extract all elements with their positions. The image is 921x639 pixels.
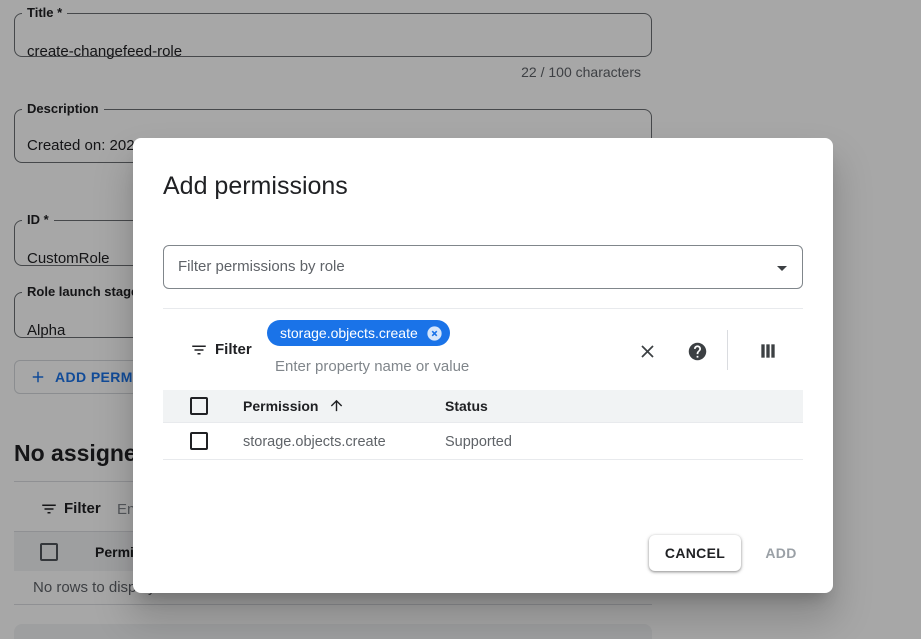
permissions-table-header: Permission Status bbox=[163, 390, 803, 422]
chip-remove-icon[interactable] bbox=[425, 324, 444, 343]
toolbar-divider bbox=[727, 330, 728, 370]
filter-input[interactable]: Enter property name or value bbox=[275, 358, 469, 375]
row-status-cell: Supported bbox=[445, 434, 512, 450]
table-row[interactable]: storage.objects.create Supported bbox=[163, 422, 803, 460]
row-permission-cell: storage.objects.create bbox=[243, 434, 386, 450]
columns-icon bbox=[758, 341, 778, 361]
filter-label: Filter bbox=[215, 341, 252, 358]
screen: Title * create-changefeed-role 22 / 100 … bbox=[0, 0, 921, 639]
help-icon bbox=[687, 341, 708, 362]
column-display-options-button[interactable] bbox=[756, 339, 780, 363]
select-all-checkbox[interactable] bbox=[190, 397, 208, 415]
filter-by-role-select[interactable]: Filter permissions by role bbox=[163, 245, 803, 289]
filter-chip-label: storage.objects.create bbox=[280, 325, 418, 341]
permissions-filter-toolbar: Filter storage.objects.create Enter prop… bbox=[163, 308, 803, 390]
status-column-header[interactable]: Status bbox=[445, 398, 488, 414]
add-permissions-dialog: Add permissions Filter permissions by ro… bbox=[133, 138, 833, 593]
help-button[interactable] bbox=[685, 339, 709, 363]
permission-column-header[interactable]: Permission bbox=[243, 398, 318, 414]
cancel-button[interactable]: CANCEL bbox=[649, 535, 741, 571]
add-button[interactable]: ADD bbox=[751, 535, 811, 571]
permissions-table: Permission Status storage.objects.create… bbox=[163, 390, 803, 460]
clear-filters-button[interactable] bbox=[635, 339, 659, 363]
dialog-title: Add permissions bbox=[163, 169, 348, 203]
row-checkbox[interactable] bbox=[190, 432, 208, 450]
filter-icon bbox=[190, 341, 208, 359]
filter-by-role-placeholder: Filter permissions by role bbox=[178, 258, 345, 275]
dropdown-arrow-icon bbox=[770, 256, 794, 280]
filter-chip[interactable]: storage.objects.create bbox=[267, 320, 450, 346]
close-icon bbox=[637, 341, 658, 362]
sort-ascending-icon[interactable] bbox=[328, 397, 345, 414]
